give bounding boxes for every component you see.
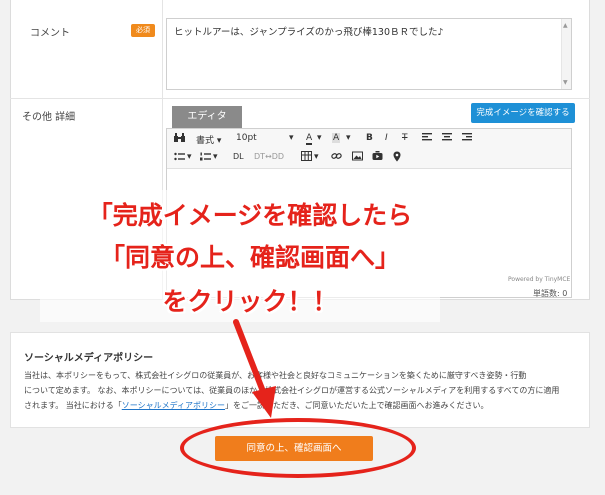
highlight-ellipse [180, 418, 416, 478]
